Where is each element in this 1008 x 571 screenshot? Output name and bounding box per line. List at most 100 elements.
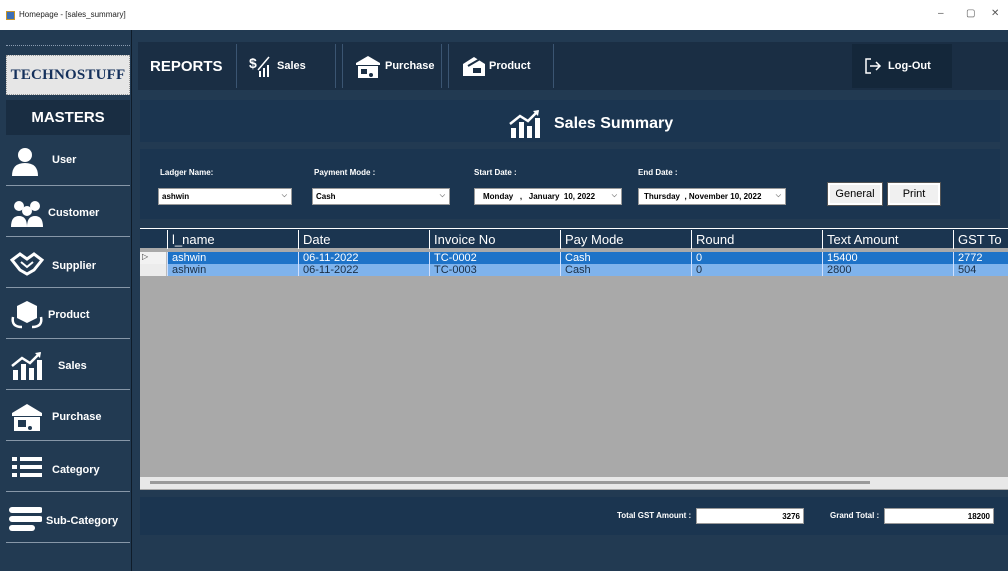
sidebar-item-purchase[interactable]: Purchase — [6, 391, 130, 441]
table-cell: Cash — [560, 252, 691, 264]
payment-mode-label: Payment Mode : — [314, 168, 376, 177]
sidebar-item-sales[interactable]: Sales — [6, 340, 130, 390]
column-header-round[interactable]: Round — [691, 230, 822, 249]
table-cell: 504 — [953, 264, 1008, 276]
minimize-button[interactable]: – — [938, 8, 944, 19]
table-cell: TC-0002 — [429, 252, 560, 264]
table-cell: ashwin — [167, 264, 298, 276]
sidebar-item-label: Product — [48, 309, 90, 321]
column-header-pay-mode[interactable]: Pay Mode — [560, 230, 691, 249]
row-selector[interactable]: ▷ — [140, 252, 167, 264]
start-date-value: Monday , January 10, 2022 — [483, 192, 596, 201]
row-selector[interactable] — [140, 264, 167, 276]
sidebar-item-label: Customer — [48, 207, 100, 219]
purchase-report-button[interactable]: Purchase — [342, 44, 442, 88]
window-title: Homepage - [sales_summary] — [19, 10, 126, 19]
table-cell: 2800 — [822, 264, 953, 276]
sidebar-item-product[interactable]: Product — [6, 289, 130, 339]
column-header-invoice-no[interactable]: Invoice No — [429, 230, 560, 249]
sidebar-item-supplier[interactable]: Supplier — [6, 238, 130, 288]
sidebar-item-category[interactable]: Category — [6, 442, 130, 492]
total-gst-label: Total GST Amount : — [617, 511, 692, 520]
chevron-down-icon: ⌵ — [611, 192, 617, 199]
purchase-truck-icon — [356, 56, 380, 78]
logout-icon — [865, 58, 882, 74]
sidebar-item-sub-category[interactable]: Sub-Category — [6, 493, 130, 543]
column-header-l-name[interactable]: l_name — [167, 230, 298, 249]
window-titlebar: Homepage - [sales_summary] – ▢ ✕ — [0, 0, 1008, 30]
row-pointer-icon: ▷ — [142, 252, 149, 261]
end-date-picker[interactable]: Thursday , November 10, 2022 ⌵ — [638, 188, 786, 205]
sales-chart-icon — [509, 110, 540, 138]
chevron-down-icon: ⌵ — [775, 192, 781, 199]
end-date-label: End Date : — [638, 168, 678, 177]
restore-button[interactable]: ▢ — [966, 8, 975, 19]
column-header-date[interactable]: Date — [298, 230, 429, 249]
sales-chart-icon — [11, 352, 42, 380]
ledger-name-value: ashwin — [162, 192, 190, 201]
ledger-name-dropdown[interactable]: ashwin ⌵ — [158, 188, 292, 205]
print-button[interactable]: Print — [887, 182, 941, 206]
start-date-label: Start Date : — [474, 168, 517, 177]
sidebar-item-label: Category — [52, 464, 100, 476]
grand-total-label: Grand Total : — [830, 511, 880, 520]
sales-report-button[interactable]: $ Sales — [236, 44, 336, 88]
sales-money-icon: $ — [249, 55, 270, 77]
sub-category-icon — [9, 507, 42, 531]
logo-divider — [6, 45, 130, 46]
table-cell: TC-0003 — [429, 264, 560, 276]
total-gst-field[interactable]: 3276 — [696, 508, 804, 524]
sidebar-item-label: Supplier — [52, 260, 97, 272]
logout-button[interactable]: Log-Out — [852, 44, 952, 88]
sales-report-label: Sales — [277, 60, 306, 72]
svg-text:$: $ — [249, 55, 257, 71]
product-box-icon — [463, 57, 485, 76]
grid-header: l_name Date Invoice No Pay Mode Round Te… — [140, 228, 1008, 249]
sales-data-grid[interactable]: l_name Date Invoice No Pay Mode Round Te… — [140, 228, 1008, 490]
close-button[interactable]: ✕ — [991, 8, 999, 19]
product-icon — [11, 301, 43, 329]
sidebar-item-label: User — [52, 154, 77, 166]
ledger-name-label: Ladger Name: — [160, 168, 214, 177]
sidebar-item-user[interactable]: User — [6, 136, 130, 186]
sidebar-item-label: Purchase — [52, 411, 102, 423]
table-cell: Cash — [560, 264, 691, 276]
sidebar-item-label: Sales — [58, 360, 87, 372]
purchase-truck-icon — [12, 404, 42, 431]
table-cell: 2772 — [953, 252, 1008, 264]
table-row[interactable]: ▷ ashwin 06-11-2022 TC-0002 Cash 0 15400… — [140, 252, 1008, 264]
payment-mode-dropdown[interactable]: Cash ⌵ — [312, 188, 450, 205]
company-logo: TECHNOSTUFF — [6, 55, 130, 95]
page-title: Sales Summary — [554, 115, 674, 132]
start-date-picker[interactable]: Monday , January 10, 2022 ⌵ — [474, 188, 622, 205]
reports-title: REPORTS — [150, 58, 223, 75]
table-row[interactable]: ashwin 06-11-2022 TC-0003 Cash 0 2800 50… — [140, 264, 1008, 276]
horizontal-scrollbar[interactable] — [140, 477, 1008, 489]
logout-label: Log-Out — [888, 60, 931, 72]
handshake-icon — [10, 252, 44, 276]
column-header-text-amount[interactable]: Text Amount — [822, 230, 953, 249]
customer-group-icon — [11, 201, 43, 227]
masters-heading: MASTERS — [6, 100, 130, 135]
general-button[interactable]: General — [827, 182, 883, 206]
table-cell: 06-11-2022 — [298, 252, 429, 264]
column-header-gst-total[interactable]: GST To — [953, 230, 1008, 249]
table-cell: ashwin — [167, 252, 298, 264]
payment-mode-value: Cash — [316, 192, 336, 201]
table-cell: 06-11-2022 — [298, 264, 429, 276]
table-cell: 0 — [691, 252, 822, 264]
user-icon — [12, 148, 38, 176]
table-cell: 15400 — [822, 252, 953, 264]
sidebar-item-label: Sub-Category — [46, 515, 119, 527]
grand-total-field[interactable]: 18200 — [884, 508, 994, 524]
product-report-button[interactable]: Product — [448, 44, 554, 88]
scrollbar-thumb[interactable] — [150, 481, 870, 484]
list-icon — [12, 457, 42, 477]
end-date-value: Thursday , November 10, 2022 — [644, 192, 762, 201]
table-cell: 0 — [691, 264, 822, 276]
chevron-down-icon: ⌵ — [281, 192, 287, 199]
sidebar-item-customer[interactable]: Customer — [6, 187, 130, 237]
logo-text: TECHNOSTUFF — [10, 66, 126, 83]
chevron-down-icon: ⌵ — [439, 192, 445, 199]
product-report-label: Product — [489, 60, 531, 72]
